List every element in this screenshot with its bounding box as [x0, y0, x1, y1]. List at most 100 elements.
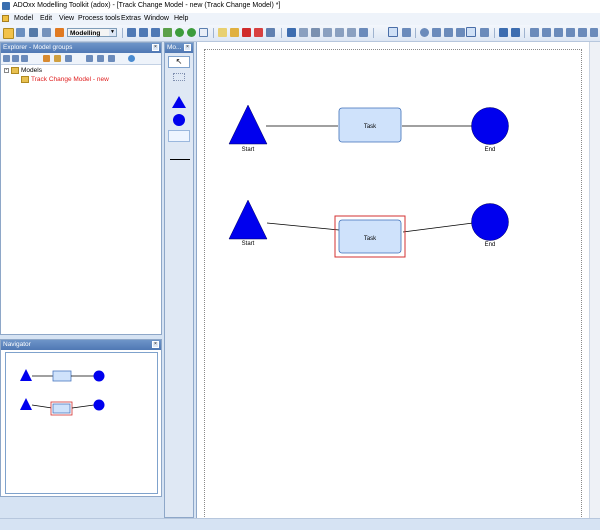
align-center-icon[interactable]: [542, 28, 551, 37]
end-label-1: End: [485, 147, 496, 153]
tree-model-label: Track Change Model - new: [31, 76, 109, 83]
delete-icon[interactable]: [347, 28, 356, 37]
rename-icon[interactable]: [54, 55, 61, 62]
app-icon: [2, 2, 10, 10]
menu-model[interactable]: Model: [14, 15, 33, 22]
list-icon[interactable]: [151, 28, 160, 37]
start-shape-2: [228, 199, 268, 240]
tree-root-label: Models: [21, 67, 42, 74]
save-icon[interactable]: [242, 28, 251, 37]
end-label-2: End: [485, 242, 496, 248]
zoom-in-icon[interactable]: [432, 28, 441, 37]
document-icon: [2, 15, 9, 22]
swimlane-tool[interactable]: [173, 73, 185, 81]
pointer-icon: ↖: [175, 57, 183, 66]
nav-start-shape-2: [20, 398, 32, 410]
edit-icon[interactable]: [43, 55, 50, 62]
undo-icon[interactable]: [287, 28, 296, 37]
search-icon[interactable]: [420, 28, 429, 37]
modelling-palette: Mo... × ↖: [164, 42, 194, 518]
menu-help[interactable]: Help: [174, 15, 188, 22]
task-tool[interactable]: [168, 130, 190, 142]
expand-icon[interactable]: -: [4, 68, 9, 73]
align-bottom-icon[interactable]: [590, 28, 598, 37]
pointer-tool[interactable]: ↖: [168, 56, 190, 68]
main-toolbar: Modelling ▼: [0, 25, 600, 42]
sort-desc-icon[interactable]: [97, 55, 104, 62]
start-tool[interactable]: [172, 96, 186, 108]
close-icon[interactable]: ×: [152, 341, 159, 348]
layout-icon[interactable]: [466, 27, 476, 37]
nav-end-shape-2: [93, 399, 105, 411]
align-middle-icon[interactable]: [578, 28, 587, 37]
new-icon[interactable]: [218, 28, 227, 37]
grid-view-icon[interactable]: [388, 27, 398, 37]
new-group-icon[interactable]: [3, 55, 10, 62]
copy-model-icon[interactable]: [65, 55, 72, 62]
align-top-icon[interactable]: [566, 28, 575, 37]
print-preview-icon[interactable]: [266, 28, 275, 37]
edge-task-end-2: [402, 222, 474, 233]
align-left-icon[interactable]: [530, 28, 539, 37]
copy-icon[interactable]: [323, 28, 332, 37]
run-icon[interactable]: [175, 28, 184, 37]
print-icon[interactable]: [254, 28, 263, 37]
page-icon[interactable]: [480, 28, 489, 37]
menu-edit[interactable]: Edit: [40, 15, 52, 22]
navigator-viewport[interactable]: [5, 352, 158, 494]
arrow-icon[interactable]: [55, 28, 64, 37]
align-right-icon[interactable]: [554, 28, 563, 37]
nav-edge-2b: [71, 404, 95, 409]
network-icon[interactable]: [29, 28, 38, 37]
table-view-icon[interactable]: [402, 28, 411, 37]
modelling-mode-icon[interactable]: [3, 28, 14, 39]
palette-title: Mo...: [167, 44, 182, 51]
fit-icon[interactable]: [456, 28, 465, 37]
transfer-icon[interactable]: [42, 28, 51, 37]
vertical-scrollbar[interactable]: [589, 42, 600, 518]
close-icon[interactable]: ×: [152, 44, 159, 51]
properties-icon[interactable]: [359, 28, 368, 37]
task-label-2: Task: [364, 236, 377, 242]
task-label-1: Task: [364, 124, 377, 130]
redo-icon[interactable]: [299, 28, 308, 37]
open-icon[interactable]: [230, 28, 239, 37]
start-shape-1: [228, 104, 268, 145]
info-icon[interactable]: [128, 55, 135, 62]
diagram-svg: Start Task End Start Task End: [228, 104, 509, 258]
table-icon[interactable]: [139, 28, 148, 37]
zoom-out-icon[interactable]: [444, 28, 453, 37]
graph-icon[interactable]: [127, 28, 136, 37]
refresh-icon[interactable]: [163, 28, 172, 37]
explorer-toolbar: [1, 53, 161, 65]
connector-icon[interactable]: [511, 28, 520, 37]
close-icon[interactable]: ×: [184, 44, 191, 51]
menu-view[interactable]: View: [59, 15, 74, 22]
drawing-sheet[interactable]: Start Task End Start Task End: [204, 49, 582, 519]
filter-icon[interactable]: [108, 55, 115, 62]
explorer-icon[interactable]: [16, 28, 25, 37]
window-titlebar: ADOxx Modelling Toolkit (adox) - [Track …: [0, 0, 600, 14]
navigator-header: Navigator ×: [1, 340, 161, 350]
connector-tool[interactable]: [170, 159, 190, 160]
paste-icon[interactable]: [335, 28, 344, 37]
navigator-panel: Navigator ×: [0, 339, 162, 497]
menu-extras[interactable]: Extras: [121, 15, 141, 22]
palette-header: Mo... ×: [165, 43, 193, 53]
folder-icon[interactable]: [12, 55, 19, 62]
nav-edge-2a: [31, 404, 53, 409]
model-canvas[interactable]: Start Task End Start Task End: [196, 42, 600, 519]
mode-select-value: Modelling: [70, 30, 101, 37]
mode-select[interactable]: Modelling ▼: [67, 28, 117, 37]
sort-asc-icon[interactable]: [86, 55, 93, 62]
triangle-icon: [172, 96, 186, 108]
cut-icon[interactable]: [311, 28, 320, 37]
clock-icon[interactable]: [199, 28, 208, 37]
nav-task-shape-2: [52, 403, 71, 414]
end-tool[interactable]: [172, 113, 186, 127]
open-model-icon[interactable]: [21, 55, 28, 62]
stop-icon[interactable]: [187, 28, 196, 37]
menu-process-tools[interactable]: Process tools: [78, 15, 120, 22]
menu-window[interactable]: Window: [144, 15, 169, 22]
pointer-icon[interactable]: [499, 28, 508, 37]
